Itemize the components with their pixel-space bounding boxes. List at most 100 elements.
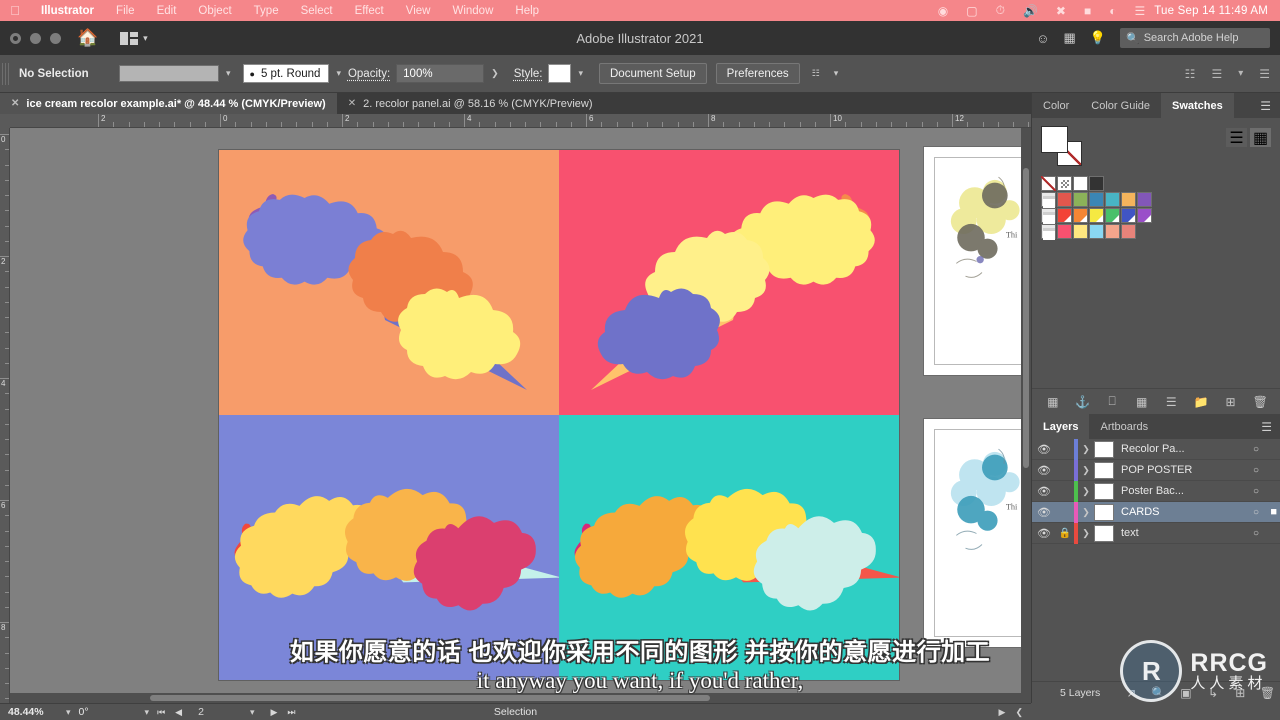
- swatch-color[interactable]: [1121, 192, 1136, 207]
- menu-clock[interactable]: Tue Sep 14 11:49 AM: [1154, 5, 1280, 17]
- control-bar-grip[interactable]: [2, 62, 11, 85]
- eye-icon[interactable]: 👁: [1032, 464, 1056, 477]
- swatch-color[interactable]: [1089, 224, 1104, 239]
- layers-flyout-icon[interactable]: ▦: [1038, 395, 1068, 409]
- swatch-group-folder-icon[interactable]: [1041, 224, 1056, 240]
- target-circle-icon[interactable]: ○: [1245, 465, 1267, 476]
- swatch-color[interactable]: [1057, 224, 1072, 239]
- make-clip-icon[interactable]: ⎕: [1097, 394, 1127, 409]
- new-sublayer-icon[interactable]: 📁: [1186, 395, 1216, 409]
- wifi-icon[interactable]: ◐: [1100, 4, 1125, 18]
- swatch-color[interactable]: [1089, 192, 1104, 207]
- swatch-color[interactable]: [1057, 192, 1072, 207]
- horizontal-ruler[interactable]: 2 0 2 4 6 8 10 12: [10, 114, 1031, 128]
- menu-app-name[interactable]: Illustrator: [30, 5, 105, 17]
- menu-select[interactable]: Select: [290, 5, 344, 17]
- distribute-icon[interactable]: ☰: [1211, 67, 1222, 81]
- tab-recolor-panel[interactable]: ✕ 2. recolor panel.ai @ 58.16 % (CMYK/Pr…: [337, 93, 604, 114]
- swatch-color[interactable]: [1073, 208, 1088, 223]
- swatch-color[interactable]: [1073, 224, 1088, 239]
- control-center-icon[interactable]: ☰: [1125, 4, 1154, 18]
- layer-row[interactable]: 👁 ❯ CARDS ○ ■: [1032, 501, 1280, 523]
- align-icon[interactable]: ☷: [1185, 67, 1196, 81]
- eye-icon[interactable]: 👁: [1032, 485, 1056, 498]
- menu-help[interactable]: Help: [504, 5, 550, 17]
- tab-swatches[interactable]: Swatches: [1161, 93, 1234, 118]
- swatch-color[interactable]: [1073, 176, 1088, 191]
- target-circle-icon[interactable]: ○: [1245, 486, 1267, 497]
- lock-icon[interactable]: 🔒: [1056, 528, 1074, 539]
- tab-color-guide[interactable]: Color Guide: [1080, 93, 1161, 118]
- target-circle-icon[interactable]: ○: [1245, 444, 1267, 455]
- opacity-chevron-icon[interactable]: ❯: [484, 68, 506, 79]
- panel-list-icon[interactable]: ☰: [1259, 67, 1270, 81]
- layer-row[interactable]: 👁 🔒 ❯ text ○: [1032, 522, 1280, 544]
- list-icon[interactable]: ☰: [1157, 395, 1187, 409]
- stroke-weight-swatch[interactable]: [119, 65, 219, 82]
- battery-icon[interactable]: ■: [1075, 4, 1100, 18]
- more-options-icon[interactable]: ▾: [1238, 68, 1243, 79]
- swatch-color[interactable]: [1137, 192, 1152, 207]
- canvas-vertical-scrollbar[interactable]: [1021, 128, 1031, 703]
- panel-menu-icon[interactable]: ☰: [1252, 414, 1280, 439]
- layer-row[interactable]: 👁 ❯ POP POSTER ○: [1032, 459, 1280, 481]
- arrange-chevron-icon[interactable]: ▾: [827, 68, 846, 79]
- current-tool-label[interactable]: Selection: [0, 706, 1031, 718]
- swatch-color[interactable]: [1089, 176, 1104, 191]
- tab-artboards[interactable]: Artboards: [1089, 414, 1159, 439]
- bluetooth-off-icon[interactable]: ✖: [1047, 4, 1075, 18]
- menu-view[interactable]: View: [395, 5, 442, 17]
- swatch-group-folder-icon[interactable]: [1041, 208, 1056, 224]
- menu-window[interactable]: Window: [441, 5, 504, 17]
- swatch-color[interactable]: [1121, 208, 1136, 223]
- scrollbar-thumb[interactable]: [150, 695, 710, 701]
- tab-layers[interactable]: Layers: [1032, 414, 1090, 439]
- menu-object[interactable]: Object: [187, 5, 242, 17]
- opacity-input[interactable]: 100%: [396, 64, 485, 83]
- tab-color[interactable]: Color: [1032, 93, 1080, 118]
- artboard-pop-poster[interactable]: [219, 150, 899, 680]
- swatch-color[interactable]: [1073, 192, 1088, 207]
- menu-file[interactable]: File: [105, 5, 146, 17]
- chevron-right-icon[interactable]: ❯: [1078, 486, 1094, 497]
- layers-list[interactable]: 👁 ❯ Recolor Pa... ○ 👁 ❯ POP POSTER ○ 👁 ❯ Poster Ba…: [1032, 438, 1280, 654]
- list-view-icon[interactable]: ☰: [1226, 128, 1247, 147]
- screen-share-icon[interactable]: ◉: [929, 4, 957, 18]
- style-swatch[interactable]: [548, 64, 572, 83]
- document-canvas[interactable]: Thi Thi: [10, 128, 1031, 703]
- clock-icon[interactable]: ⏱: [987, 3, 1014, 18]
- swatch-color[interactable]: [1105, 208, 1120, 223]
- quadrant-top-right[interactable]: [559, 150, 899, 415]
- eye-icon[interactable]: 👁: [1032, 527, 1056, 540]
- swatch-color[interactable]: [1089, 208, 1104, 223]
- delete-layer-icon[interactable]: 🗑: [1245, 395, 1275, 409]
- card-artboard-yellow[interactable]: Thi: [923, 146, 1031, 376]
- menu-edit[interactable]: Edit: [146, 5, 188, 17]
- preferences-button[interactable]: Preferences: [715, 63, 800, 84]
- swatch-color[interactable]: [1121, 224, 1136, 239]
- apple-icon[interactable]: : [0, 3, 30, 18]
- isolate-icon[interactable]: ⚓: [1068, 395, 1098, 409]
- opacity-mask-icon[interactable]: ▦: [1127, 395, 1157, 409]
- grid-view-icon[interactable]: ▦: [1250, 128, 1271, 147]
- volume-icon[interactable]: 🔊: [1014, 4, 1047, 18]
- fill-swatch-indicator[interactable]: [1041, 126, 1068, 153]
- new-layer-icon[interactable]: ⊞: [1216, 395, 1246, 409]
- chevron-right-icon[interactable]: ❯: [1078, 465, 1094, 476]
- card-artboard-blue[interactable]: Thi: [923, 418, 1031, 648]
- vertical-ruler[interactable]: 0 2 4 6 8: [0, 128, 10, 703]
- style-chevron-icon[interactable]: ▾: [571, 68, 590, 79]
- swatch-grid[interactable]: [1041, 176, 1153, 240]
- chevron-right-icon[interactable]: ❯: [1078, 444, 1094, 455]
- fill-stroke-indicator[interactable]: [1041, 126, 1085, 166]
- swatch-color[interactable]: [1137, 208, 1152, 223]
- menu-effect[interactable]: Effect: [344, 5, 395, 17]
- eye-icon[interactable]: 👁: [1032, 506, 1056, 519]
- panel-menu-icon[interactable]: ☰: [1251, 93, 1280, 118]
- menu-type[interactable]: Type: [243, 5, 290, 17]
- swatch-registration[interactable]: [1057, 176, 1072, 191]
- target-circle-icon[interactable]: ○: [1245, 507, 1267, 518]
- swatch-color[interactable]: [1105, 192, 1120, 207]
- stroke-profile-select[interactable]: ● 5 pt. Round: [242, 64, 330, 83]
- swatch-color[interactable]: [1105, 224, 1120, 239]
